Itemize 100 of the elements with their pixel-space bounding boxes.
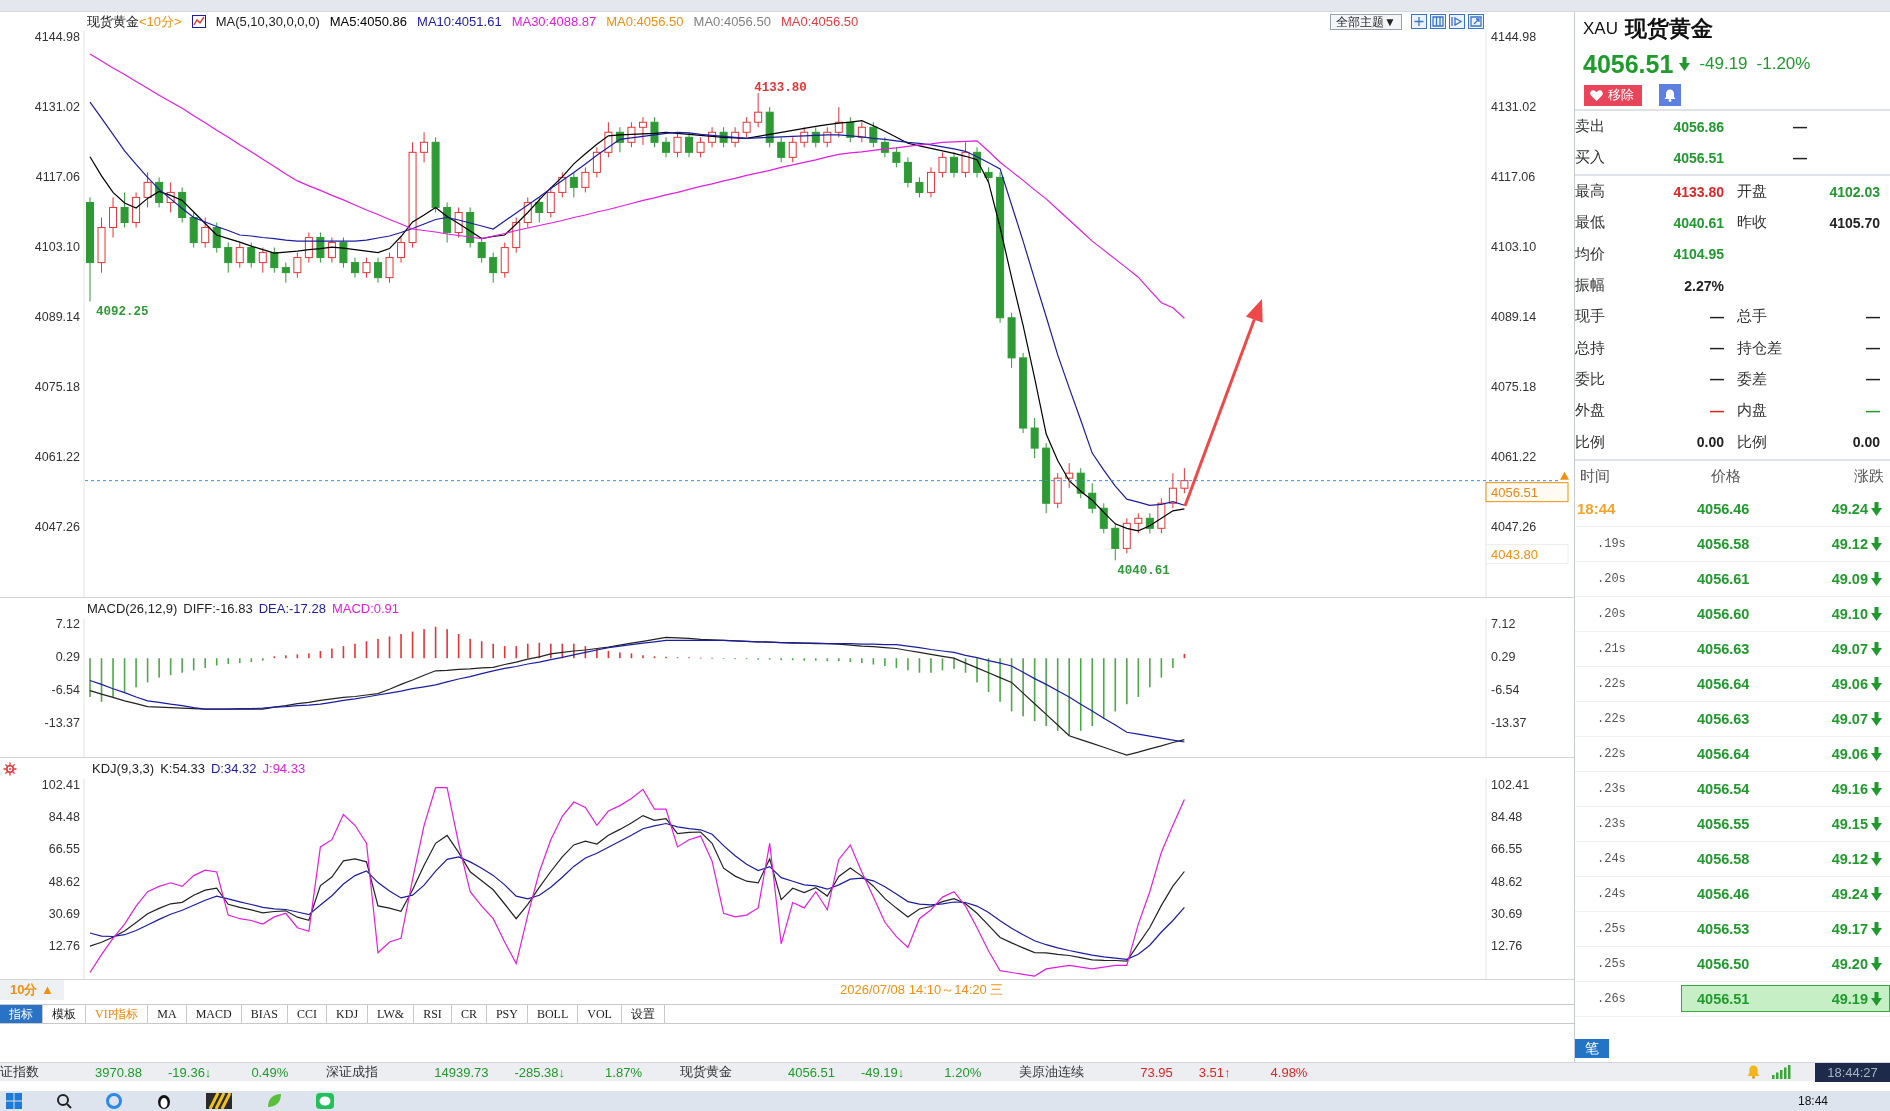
indicator-name: MACD(26,12,9): [87, 602, 178, 615]
candlestick: [950, 151, 958, 178]
legend-label: DIFF:-16.83: [183, 602, 253, 615]
candlestick: [696, 136, 705, 158]
candlestick: [293, 252, 302, 279]
candlestick: [569, 171, 578, 198]
legend-label: J:94.33: [262, 762, 306, 775]
quote-label: 内盘: [1737, 401, 1768, 421]
quote-value: —: [1710, 308, 1724, 325]
candlestick: [788, 136, 797, 163]
candlestick: [178, 186, 187, 223]
candlestick: [604, 121, 613, 158]
candlestick: [1099, 502, 1108, 534]
ticker-percent: 1.20%: [944, 1064, 982, 1080]
histogram-bar: [238, 658, 241, 664]
ring-icon[interactable]: [106, 1093, 122, 1109]
penguin-icon[interactable]: [156, 1093, 172, 1109]
candlestick: [1007, 312, 1016, 369]
candlestick: [1180, 467, 1189, 494]
ticker-change: 3.51↑: [1198, 1064, 1231, 1080]
gear-icon[interactable]: [3, 761, 17, 776]
axis-label: 4089.14: [1491, 310, 1537, 325]
candlestick: [846, 116, 855, 143]
candlestick: [857, 121, 866, 143]
price-annotation: 4040.61: [1117, 564, 1170, 579]
tick-price: 4056.58: [1697, 535, 1750, 552]
chat-bubble-icon[interactable]: [316, 1093, 334, 1109]
tick-time: .22s: [1596, 711, 1627, 726]
tick-change: 49.24: [1831, 500, 1868, 517]
candlestick: [1088, 482, 1097, 514]
axis-label: 7.12: [1491, 616, 1516, 631]
histogram-bar: [964, 658, 967, 673]
legend-label: DEA:-17.28: [258, 602, 326, 615]
tick-time: .23s: [1596, 816, 1627, 831]
tick-change: 49.17: [1831, 920, 1868, 937]
last-price: 4056.51: [1583, 49, 1674, 79]
quote-value: 0.00: [1852, 434, 1880, 450]
legend-label: MA0:4056.50: [780, 15, 859, 28]
histogram-bar: [653, 656, 656, 659]
candlestick: [823, 126, 832, 148]
histogram-bar: [146, 658, 149, 683]
signal-icon: [1772, 1065, 1791, 1079]
tab[interactable]: 指标: [0, 1005, 43, 1023]
price-marker-icon: [1560, 471, 1569, 480]
columns-icon[interactable]: [1430, 14, 1446, 29]
histogram-bar: [1114, 658, 1117, 712]
histogram-bar: [515, 646, 518, 659]
quote-value: 4040.61: [1673, 214, 1724, 231]
striped-app-icon[interactable]: [206, 1093, 232, 1109]
axis-label: 102.41: [41, 778, 80, 793]
histogram-bar: [895, 658, 898, 668]
axis-label: 84.48: [48, 810, 80, 825]
panel-play-icon[interactable]: [1449, 14, 1465, 29]
candlestick: [627, 121, 636, 148]
candlestick: [224, 242, 233, 274]
quote-value: 4056.51: [1673, 149, 1724, 166]
ticker-percent: 1.87%: [605, 1064, 642, 1080]
candlestick: [708, 126, 717, 148]
histogram-bar: [123, 658, 126, 693]
quote-label: 总手: [1737, 307, 1768, 327]
candlestick: [915, 176, 924, 198]
histogram-bar: [826, 658, 829, 662]
axis-price-tag: 4043.80: [1485, 544, 1569, 565]
axis-label: 0.29: [1491, 649, 1516, 664]
quote-value: —: [1710, 371, 1724, 388]
histogram-bar: [1091, 658, 1094, 726]
candlestick: [673, 131, 682, 158]
candlestick: [362, 257, 371, 279]
candlestick: [443, 201, 452, 244]
axis-label: 12.76: [48, 939, 80, 954]
axis-label: 102.41: [1491, 778, 1530, 793]
candlestick: [938, 151, 947, 178]
candlestick: [1122, 517, 1131, 554]
candlestick: [1076, 467, 1085, 499]
histogram-bar: [215, 658, 218, 666]
candlestick: [926, 166, 935, 198]
histogram-bar: [434, 626, 437, 659]
histogram-bar: [1010, 658, 1013, 712]
remove-watch-button[interactable]: 移除: [1584, 84, 1642, 106]
candlestick: [350, 257, 359, 279]
plus-icon[interactable]: [1411, 14, 1427, 29]
quote-value: —: [1866, 402, 1880, 419]
tick-time: .19s: [1596, 536, 1627, 551]
candlestick: [339, 237, 348, 269]
alert-button[interactable]: [1659, 84, 1681, 106]
ticker-price: 4056.51: [787, 1064, 835, 1080]
histogram-bar: [250, 658, 253, 663]
ticker-percent: 4.98%: [1270, 1064, 1308, 1080]
chart-icon[interactable]: [191, 15, 206, 28]
theme-dropdown[interactable]: 全部主题▼: [1330, 13, 1402, 30]
price-change: -49.19: [1699, 54, 1748, 74]
candlestick: [558, 171, 567, 198]
tick-price: 4056.64: [1697, 675, 1750, 692]
search-icon[interactable]: [56, 1093, 72, 1109]
window-arrow-icon[interactable]: [1468, 14, 1484, 29]
axis-label: 4103.10: [34, 240, 80, 255]
tab[interactable]: 笔: [1575, 1039, 1609, 1058]
histogram-bar: [503, 646, 506, 659]
candlestick: [281, 262, 290, 284]
tick-change: 49.16: [1831, 780, 1868, 797]
